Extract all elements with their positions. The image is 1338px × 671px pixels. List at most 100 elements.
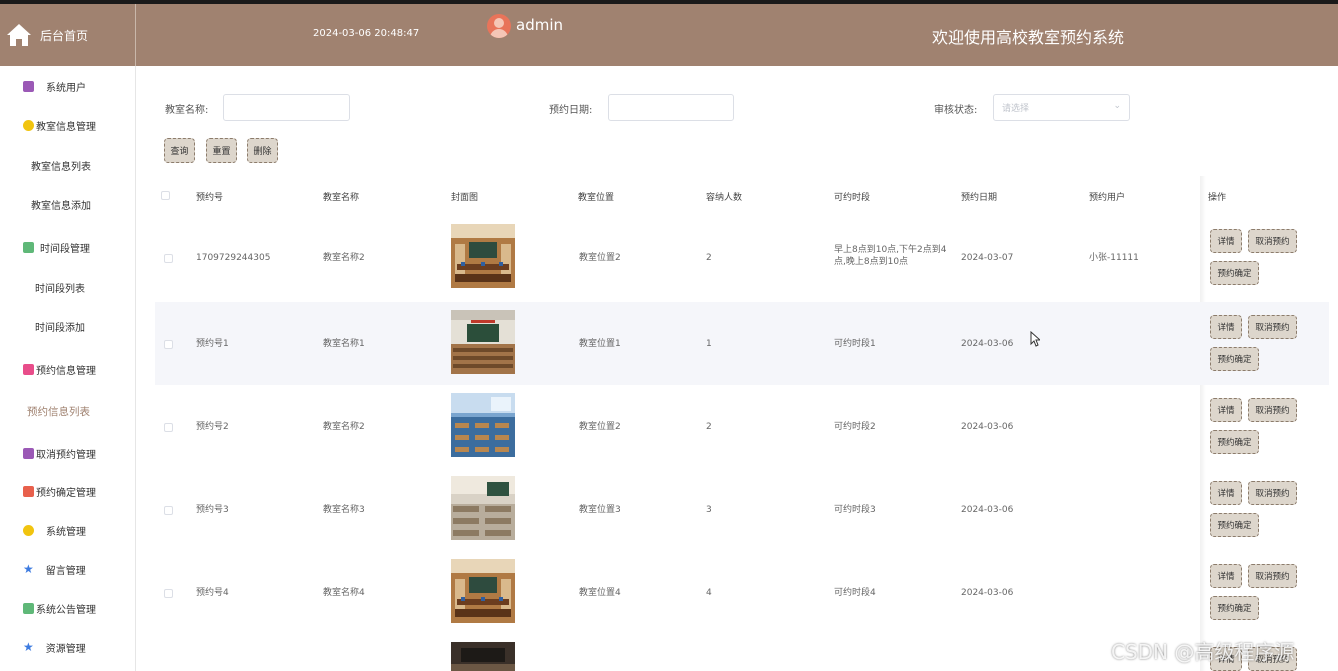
top-header: 后台首页 2024-03-06 20:48:47 admin 欢迎使用高校教室预… — [0, 4, 1338, 66]
cell-capacity: 4 — [706, 588, 712, 598]
cell-time-slot: 可约时段4 — [834, 588, 876, 598]
detail-button[interactable]: 详情 — [1210, 398, 1242, 422]
sidebar: 系统用户 教室信息管理 教室信息列表 教室信息添加 时间段管理 时间段列表 时间… — [0, 66, 136, 671]
cell-reservation-no: 预约号2 — [196, 422, 229, 432]
watermark: CSDN @高级程序源 — [1111, 640, 1295, 664]
classroom-cover-image[interactable] — [451, 642, 515, 671]
sidebar-item-classroom-add[interactable]: 教室信息添加 — [0, 194, 136, 214]
hexagon-icon — [23, 524, 34, 536]
date-input[interactable] — [608, 94, 734, 121]
sidebar-item-label: 时间段管理 — [40, 243, 90, 255]
cell-capacity: 2 — [706, 422, 712, 432]
chevron-down-icon: ⌄ — [1113, 101, 1121, 111]
sidebar-item-timeslot-list[interactable]: 时间段列表 — [0, 277, 136, 297]
row-checkbox[interactable] — [164, 589, 173, 598]
classroom-cover-image[interactable] — [451, 476, 515, 540]
cell-reservation-date: 2024-03-07 — [961, 253, 1014, 263]
cell-time-slot: 可约时段2 — [834, 422, 876, 432]
classroom-cover-image[interactable] — [451, 310, 515, 374]
cell-classroom-location: 教室位置2 — [579, 422, 621, 432]
cancel-reservation-button[interactable]: 取消预约 — [1248, 481, 1297, 505]
sidebar-item-cancel-management[interactable]: 取消预约管理 — [0, 443, 136, 463]
cell-reservation-date: 2024-03-06 — [961, 422, 1014, 432]
detail-button[interactable]: 详情 — [1210, 315, 1242, 339]
cell-reservation-no: 预约号4 — [196, 588, 229, 598]
cancel-reservation-button[interactable]: 取消预约 — [1248, 564, 1297, 588]
username[interactable]: admin — [516, 16, 563, 34]
sidebar-item-label: 预约信息管理 — [36, 365, 96, 377]
table-row: 1709729244305 教室名称2 教室位置2 2 早上8点到10点,下午2… — [155, 216, 1329, 299]
sidebar-item-label: 教室信息管理 — [36, 121, 96, 133]
sidebar-item-message-management[interactable]: ★ 留言管理 — [0, 559, 136, 579]
sidebar-item-label: 预约信息列表 — [27, 405, 90, 418]
date-label: 预约日期: — [549, 105, 593, 116]
sidebar-item-confirm-management[interactable]: 预约确定管理 — [0, 481, 136, 501]
row-checkbox[interactable] — [164, 254, 173, 263]
hexagon-icon — [23, 119, 34, 131]
sidebar-item-notice-management[interactable]: 系统公告管理 — [0, 598, 136, 618]
header-reservation-no: 预约号 — [196, 193, 224, 203]
detail-button[interactable]: 详情 — [1210, 481, 1242, 505]
row-checkbox[interactable] — [164, 506, 173, 515]
cell-classroom-name: 教室名称1 — [323, 339, 365, 349]
confirm-reservation-button[interactable]: 预约确定 — [1210, 261, 1259, 285]
cell-time-slot: 可约时段3 — [834, 505, 876, 515]
current-datetime: 2024-03-06 20:48:47 — [313, 28, 420, 39]
classroom-name-input[interactable] — [223, 94, 350, 121]
header-capacity: 容纳人数 — [706, 193, 743, 203]
select-all-checkbox[interactable] — [161, 191, 170, 200]
classroom-name-label: 教室名称: — [165, 105, 209, 116]
classroom-cover-image[interactable] — [451, 224, 515, 288]
header-reservation-date: 预约日期 — [961, 193, 998, 203]
cell-classroom-name: 教室名称2 — [323, 253, 365, 263]
reset-button[interactable]: 重置 — [206, 138, 237, 163]
sidebar-item-resource-management[interactable]: ★ 资源管理 — [0, 637, 136, 657]
classroom-cover-image[interactable] — [451, 393, 515, 457]
cell-time-slot: 可约时段1 — [834, 339, 876, 349]
chat-icon — [23, 241, 34, 253]
sidebar-item-label: 资源管理 — [45, 643, 86, 655]
home-icon — [6, 23, 32, 47]
confirm-reservation-button[interactable]: 预约确定 — [1210, 430, 1259, 454]
cell-reservation-user: 小张-11111 — [1089, 253, 1139, 263]
sidebar-item-label: 留言管理 — [45, 565, 86, 577]
sidebar-item-timeslot-add[interactable]: 时间段添加 — [0, 316, 136, 336]
status-select[interactable]: 请选择 ⌄ — [993, 94, 1130, 121]
sidebar-item-classroom-management[interactable]: 教室信息管理 — [0, 115, 136, 135]
sidebar-item-system-management[interactable]: 系统管理 — [0, 520, 136, 540]
cancel-reservation-button[interactable]: 取消预约 — [1248, 398, 1297, 422]
cell-classroom-name: 教室名称2 — [323, 422, 365, 432]
header-classroom-location: 教室位置 — [578, 193, 615, 203]
header-reservation-user: 预约用户 — [1089, 193, 1126, 203]
cancel-reservation-button[interactable]: 取消预约 — [1248, 229, 1297, 253]
confirm-reservation-button[interactable]: 预约确定 — [1210, 596, 1259, 620]
cell-classroom-location: 教室位置2 — [579, 253, 621, 263]
grid-icon — [23, 485, 34, 497]
cancel-reservation-button[interactable]: 取消预约 — [1248, 315, 1297, 339]
chat-icon — [23, 602, 34, 614]
query-button[interactable]: 查询 — [164, 138, 195, 163]
table-row: 预约号3 教室名称3 教室位置3 3 可约时段3 2024-03-06 详情 取… — [155, 468, 1329, 551]
sidebar-item-reservation-management[interactable]: 预约信息管理 — [0, 359, 136, 379]
confirm-reservation-button[interactable]: 预约确定 — [1210, 347, 1259, 371]
sidebar-item-label: 系统公告管理 — [36, 604, 96, 616]
table-row: 预约号2 教室名称2 教室位置2 2 可约时段2 2024-03-06 详情 取… — [155, 385, 1329, 468]
archive-icon — [23, 80, 34, 92]
sidebar-item-timeslot-management[interactable]: 时间段管理 — [0, 237, 136, 257]
home-link[interactable]: 后台首页 — [0, 4, 136, 66]
sidebar-item-system-users[interactable]: 系统用户 — [0, 76, 136, 96]
avatar[interactable] — [487, 14, 511, 38]
sidebar-item-reservation-list[interactable]: 预约信息列表 — [0, 401, 136, 421]
header-classroom-name: 教室名称 — [323, 193, 360, 203]
star-icon: ★ — [23, 640, 34, 654]
detail-button[interactable]: 详情 — [1210, 564, 1242, 588]
row-checkbox[interactable] — [164, 423, 173, 432]
cell-capacity: 2 — [706, 253, 712, 263]
classroom-cover-image[interactable] — [451, 559, 515, 623]
confirm-reservation-button[interactable]: 预约确定 — [1210, 513, 1259, 537]
sidebar-item-classroom-list[interactable]: 教室信息列表 — [0, 155, 136, 175]
detail-button[interactable]: 详情 — [1210, 229, 1242, 253]
cell-reservation-no: 1709729244305 — [196, 253, 271, 263]
row-checkbox[interactable] — [164, 340, 173, 349]
delete-button[interactable]: 删除 — [247, 138, 278, 163]
